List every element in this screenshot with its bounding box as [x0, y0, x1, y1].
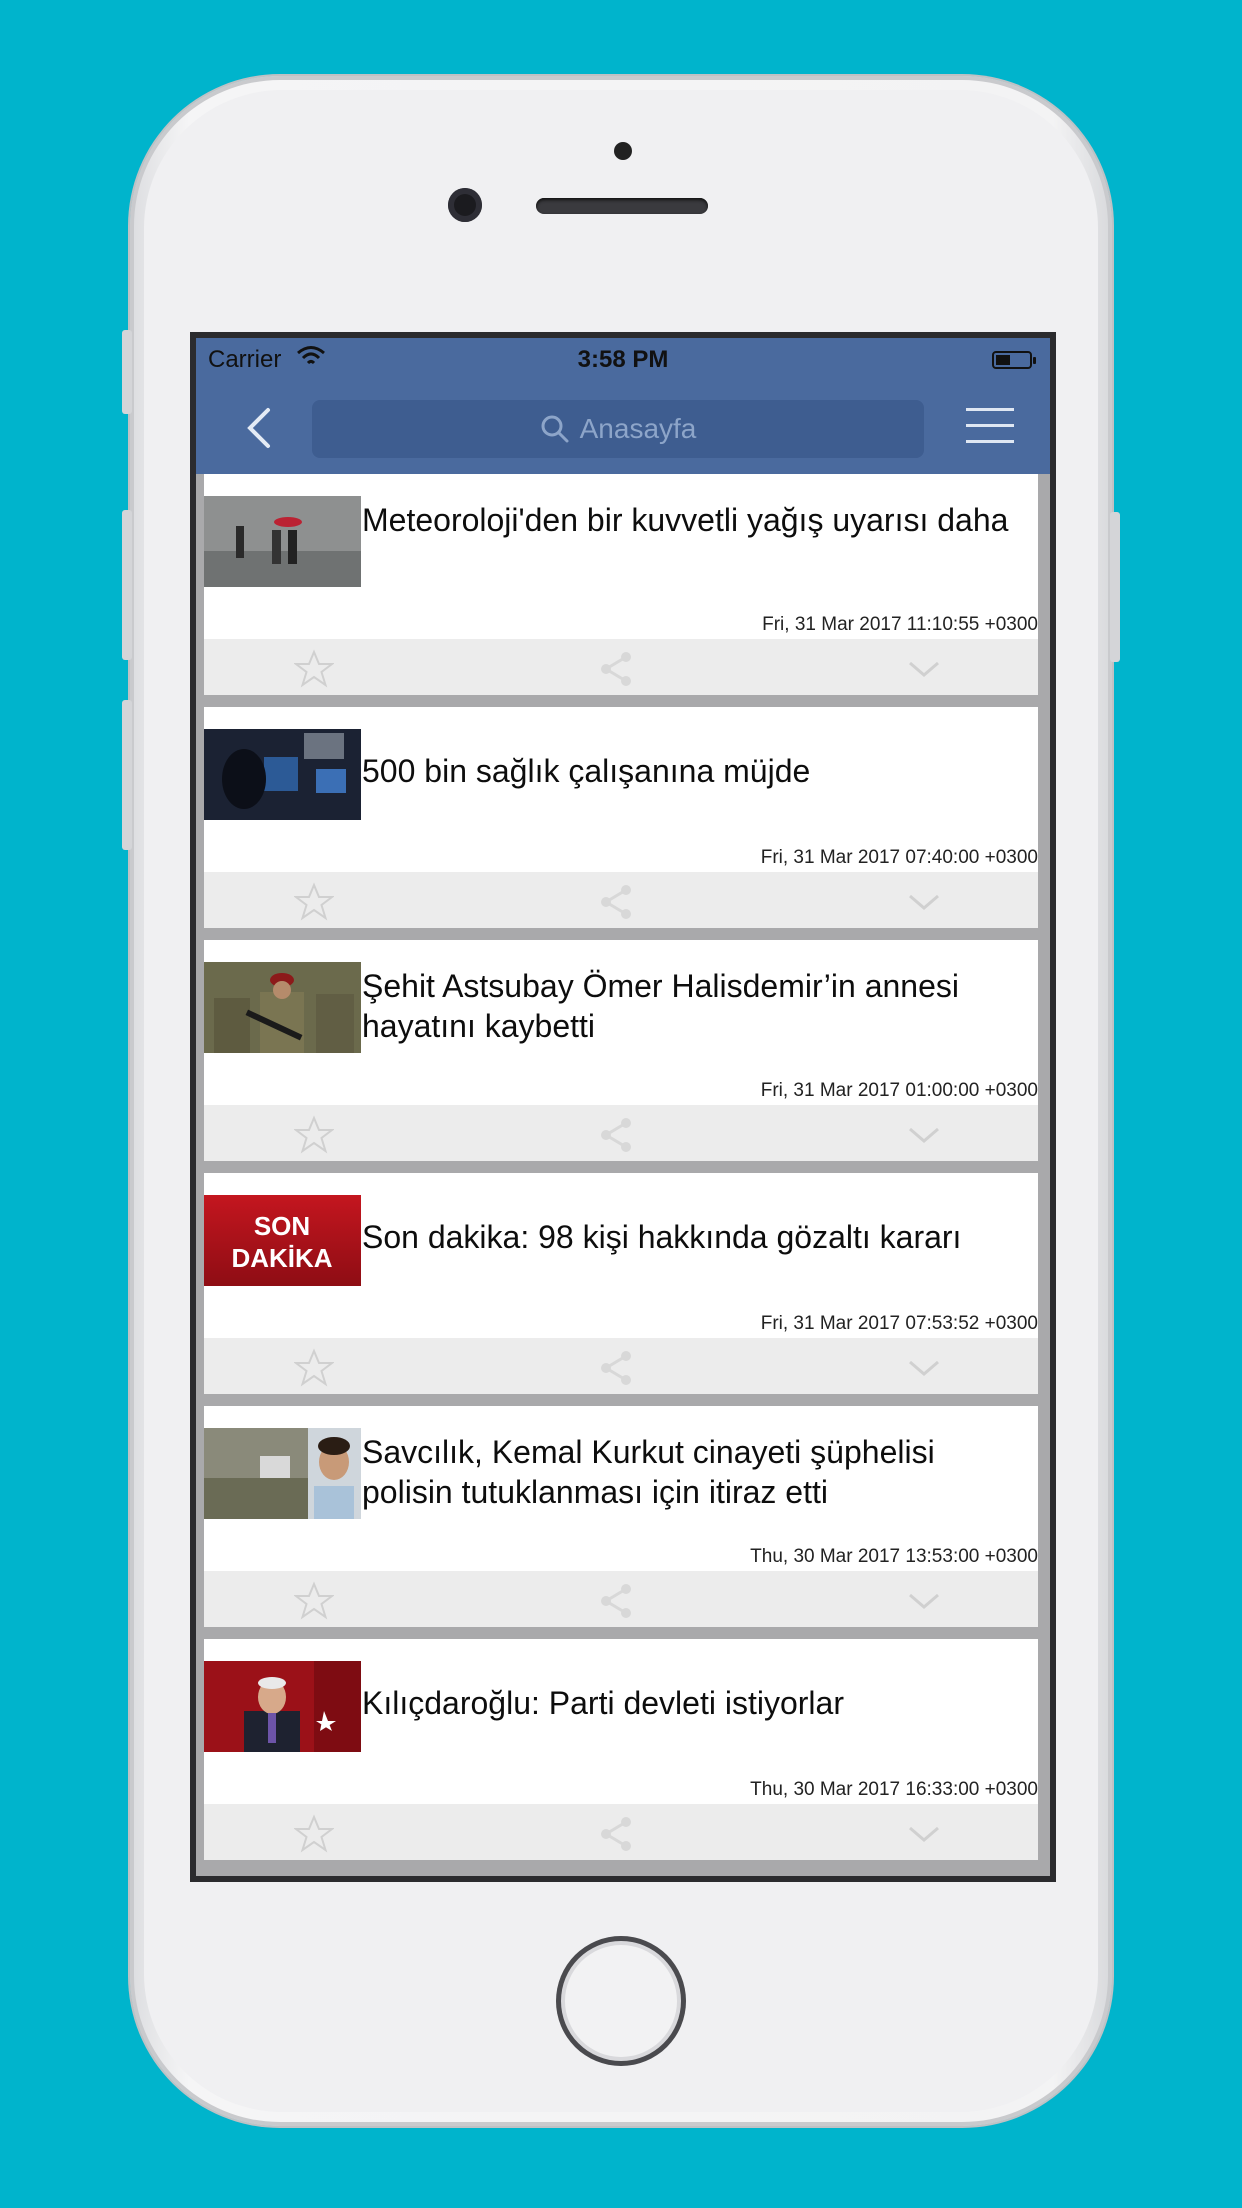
star-icon[interactable] — [294, 1814, 334, 1854]
headline[interactable]: Son dakika: 98 kişi hakkında gözaltı kar… — [362, 1217, 1032, 1257]
battery-icon — [992, 351, 1036, 369]
card-actions — [204, 1804, 1038, 1860]
thumbnail-image — [204, 1428, 361, 1519]
thumb-text-son: SON — [254, 1211, 310, 1241]
share-icon[interactable] — [596, 1115, 636, 1155]
thumbnail-image — [204, 1661, 361, 1752]
news-list: Meteoroloji'den bir kuvvetli yağış uyarı… — [204, 474, 1038, 1872]
thumb-text-dakika: DAKİKA — [231, 1243, 332, 1273]
status-bar: Carrier 3:58 PM — [196, 338, 1050, 382]
timestamp: Fri, 31 Mar 2017 11:10:55 +0300 — [762, 614, 1038, 635]
thumbnail-image — [204, 496, 361, 587]
timestamp: Fri, 31 Mar 2017 07:53:52 +0300 — [760, 1313, 1038, 1334]
thumbnail-image: SON DAKİKA — [204, 1195, 361, 1286]
headline[interactable]: 500 bin sağlık çalışanına müjde — [362, 751, 1032, 791]
card-actions — [204, 1571, 1038, 1627]
share-icon[interactable] — [596, 1348, 636, 1388]
star-icon[interactable] — [294, 1581, 334, 1621]
volume-up-button — [122, 510, 132, 660]
share-icon[interactable] — [596, 1581, 636, 1621]
news-card[interactable]: Meteoroloji'den bir kuvvetli yağış uyarı… — [204, 474, 1038, 707]
star-icon[interactable] — [294, 1348, 334, 1388]
card-actions — [204, 872, 1038, 928]
news-card[interactable]: Savcılık, Kemal Kurkut cinayeti şüphelis… — [204, 1406, 1038, 1639]
headline[interactable]: Kılıçdaroğlu: Parti devleti istiyorlar — [362, 1683, 1032, 1723]
timestamp: Fri, 31 Mar 2017 07:40:00 +0300 — [760, 847, 1038, 868]
star-icon[interactable] — [294, 882, 334, 922]
share-icon[interactable] — [596, 882, 636, 922]
timestamp: Thu, 30 Mar 2017 16:33:00 +0300 — [750, 1779, 1038, 1800]
home-button[interactable] — [556, 1936, 686, 2066]
chevron-down-icon[interactable] — [904, 1115, 944, 1155]
chevron-down-icon[interactable] — [904, 649, 944, 689]
proximity-sensor — [614, 142, 632, 160]
chevron-down-icon[interactable] — [904, 1581, 944, 1621]
chevron-down-icon[interactable] — [904, 1348, 944, 1388]
card-actions — [204, 1105, 1038, 1161]
card-actions — [204, 1338, 1038, 1394]
thumbnail-image — [204, 962, 361, 1053]
chevron-down-icon[interactable] — [904, 1814, 944, 1854]
news-card[interactable]: Kılıçdaroğlu: Parti devleti istiyorlar T… — [204, 1639, 1038, 1872]
front-camera — [448, 188, 482, 222]
search-input[interactable]: Anasayfa — [312, 400, 924, 458]
search-icon — [541, 415, 569, 443]
timestamp: Fri, 31 Mar 2017 01:00:00 +0300 — [760, 1080, 1038, 1101]
power-button — [1110, 512, 1120, 662]
share-icon[interactable] — [596, 649, 636, 689]
star-icon[interactable] — [294, 649, 334, 689]
back-icon[interactable] — [240, 404, 280, 452]
search-placeholder: Anasayfa — [579, 413, 697, 444]
star-icon[interactable] — [294, 1115, 334, 1155]
chevron-down-icon[interactable] — [904, 882, 944, 922]
timestamp: Thu, 30 Mar 2017 13:53:00 +0300 — [750, 1546, 1038, 1567]
nav-bar: Anasayfa — [196, 382, 1050, 474]
thumbnail-image — [204, 729, 361, 820]
share-icon[interactable] — [596, 1814, 636, 1854]
news-card[interactable]: SON DAKİKA Son dakika: 98 kişi hakkında … — [204, 1173, 1038, 1406]
headline[interactable]: Şehit Astsubay Ömer Halisdemir’in annesi… — [362, 966, 1032, 1046]
headline[interactable]: Meteoroloji'den bir kuvvetli yağış uyarı… — [362, 500, 1032, 540]
hamburger-menu-icon[interactable] — [966, 408, 1014, 448]
app-content: Carrier 3:58 PM Anasayfa Meteoroloji'den… — [196, 338, 1050, 1876]
card-actions — [204, 639, 1038, 695]
status-time: 3:58 PM — [577, 346, 669, 373]
news-card[interactable]: 500 bin sağlık çalışanına müjde Fri, 31 … — [204, 707, 1038, 940]
headline[interactable]: Savcılık, Kemal Kurkut cinayeti şüphelis… — [362, 1432, 1032, 1512]
volume-down-button — [122, 700, 132, 850]
news-card[interactable]: Şehit Astsubay Ömer Halisdemir’in annesi… — [204, 940, 1038, 1173]
phone-screen: Carrier 3:58 PM Anasayfa Meteoroloji'den… — [190, 332, 1056, 1882]
mute-switch — [122, 330, 132, 414]
earpiece-speaker — [536, 198, 708, 214]
